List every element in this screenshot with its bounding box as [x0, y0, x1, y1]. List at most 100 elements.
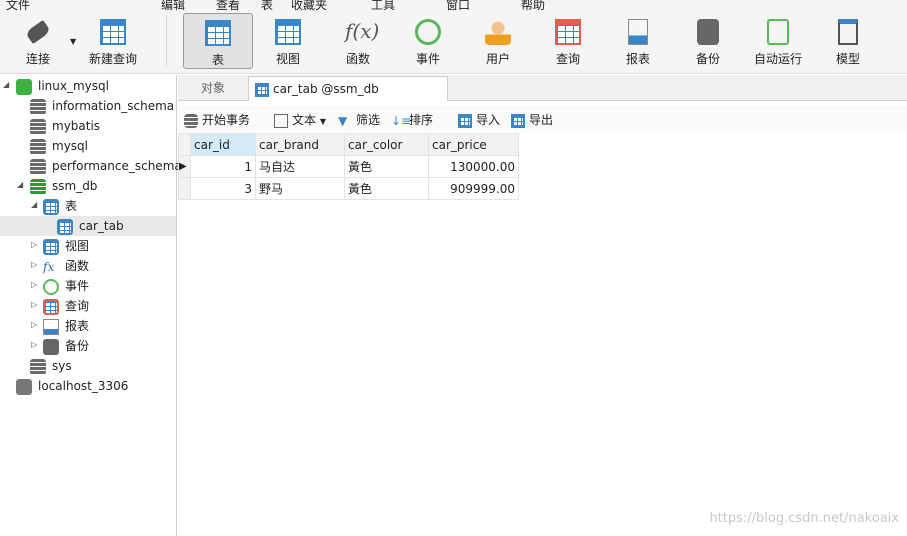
export-icon	[511, 113, 525, 128]
sort-button[interactable]: ↓≡排序	[391, 110, 433, 130]
watermark: https://blog.csdn.net/nakoaix	[709, 511, 899, 526]
tree-tables-folder[interactable]: 表	[43, 196, 77, 216]
tree-connection-localhost[interactable]: localhost_3306	[16, 376, 128, 396]
database-open-icon	[30, 178, 46, 195]
user-icon	[485, 19, 511, 45]
tree-db-ssm-db[interactable]: ssm_db	[30, 176, 97, 196]
table-icon	[57, 218, 73, 235]
tree-views[interactable]: 视图	[43, 236, 89, 256]
transaction-icon	[184, 113, 198, 128]
expand-arrow-icon[interactable]: ▷	[31, 295, 37, 315]
backup-icon	[43, 338, 59, 355]
column-header[interactable]: car_brand	[255, 133, 345, 156]
cell[interactable]: 黃色	[344, 155, 429, 178]
query-icon	[43, 298, 59, 315]
report-button[interactable]: 报表	[603, 13, 673, 69]
report-icon	[628, 19, 648, 45]
mysql-connection-icon	[16, 78, 32, 95]
automation-icon	[767, 19, 789, 45]
connect-button[interactable]: 连接	[3, 13, 73, 69]
object-toolbar: 开始事务 文本 ▼ ▼ 筛选 ↓≡排序 导入 导出	[178, 106, 907, 132]
dropdown-icon: ▼	[319, 117, 326, 126]
cell[interactable]: 909999.00	[428, 177, 519, 200]
begin-transaction-button[interactable]: 开始事务	[184, 110, 250, 130]
tree-queries[interactable]: 查询	[43, 296, 89, 316]
menu-table[interactable]: 表	[255, 0, 285, 13]
menu-help[interactable]: 帮助	[515, 0, 560, 13]
tree-table-car-tab[interactable]: car_tab	[0, 216, 176, 236]
database-icon	[30, 98, 46, 115]
tree-db-performance-schema[interactable]: performance_schema	[30, 156, 182, 176]
expand-arrow-icon[interactable]: ▷	[31, 315, 37, 335]
backup-icon	[697, 19, 719, 45]
menu-file[interactable]: 文件	[0, 0, 45, 13]
current-row-icon: ▶	[178, 155, 191, 178]
tree-db-mysql[interactable]: mysql	[30, 136, 88, 156]
tree-backups[interactable]: 备份	[43, 336, 89, 356]
cell[interactable]: 1	[190, 155, 256, 178]
tree-functions[interactable]: fx 函数	[43, 256, 89, 276]
function-icon: f(x)	[345, 19, 380, 43]
plug-icon	[24, 19, 52, 45]
tab-car-tab[interactable]: car_tab @ssm_db (linux_my...	[248, 76, 448, 120]
tab-objects[interactable]: 对象	[178, 76, 248, 101]
model-button[interactable]: 模型	[813, 13, 883, 69]
filter-button[interactable]: ▼ 筛选	[338, 110, 380, 130]
cell[interactable]: 黃色	[344, 177, 429, 200]
text-button[interactable]: 文本 ▼	[274, 110, 326, 130]
collapse-arrow-icon[interactable]: ◢	[17, 175, 23, 195]
cell[interactable]: 3	[190, 177, 256, 200]
tree-connection-linux-mysql[interactable]: linux_mysql	[16, 76, 109, 96]
tree-reports[interactable]: 报表	[43, 316, 89, 336]
cell[interactable]: 野马	[255, 177, 345, 200]
table-icon	[255, 82, 269, 97]
menu-window[interactable]: 窗口	[440, 0, 485, 13]
tree-db-information-schema[interactable]: information_schema	[30, 96, 174, 116]
model-icon	[838, 19, 858, 45]
user-button[interactable]: 用户	[463, 13, 533, 69]
menu-view[interactable]: 查看	[210, 0, 255, 13]
expand-arrow-icon[interactable]: ▷	[31, 335, 37, 355]
tree-events[interactable]: 事件	[43, 276, 89, 296]
query-icon	[555, 19, 581, 45]
table-row[interactable]: 3 野马 黃色 909999.00	[178, 177, 519, 200]
collapse-arrow-icon[interactable]: ◢	[31, 195, 37, 215]
column-header[interactable]: car_id	[190, 133, 256, 156]
function-button[interactable]: f(x) 函数	[323, 13, 393, 69]
column-header[interactable]: car_price	[428, 133, 519, 156]
query-button[interactable]: 查询	[533, 13, 603, 69]
new-query-button[interactable]: 新建查询	[78, 13, 148, 69]
clock-icon	[415, 19, 441, 45]
event-button[interactable]: 事件	[393, 13, 463, 69]
data-grid: car_id car_brand car_color car_price ▶ 1…	[178, 133, 519, 200]
import-button[interactable]: 导入	[458, 110, 500, 130]
tree-db-sys[interactable]: sys	[30, 356, 72, 376]
menu-tools[interactable]: 工具	[365, 0, 410, 13]
automation-button[interactable]: 自动运行	[743, 13, 813, 69]
expand-arrow-icon[interactable]: ▷	[31, 255, 37, 275]
cell[interactable]: 马自达	[255, 155, 345, 178]
expand-arrow-icon[interactable]: ▷	[31, 235, 37, 255]
import-icon	[458, 113, 472, 128]
mysql-connection-icon	[16, 378, 32, 395]
tree-db-mybatis[interactable]: mybatis	[30, 116, 100, 136]
grid-header: car_id car_brand car_color car_price	[178, 133, 519, 156]
document-icon	[274, 113, 288, 128]
menu-favorites[interactable]: 收藏夹	[285, 0, 345, 13]
table-icon	[43, 198, 59, 215]
expand-arrow-icon[interactable]: ▷	[31, 275, 37, 295]
column-header[interactable]: car_color	[344, 133, 429, 156]
sort-icon: ↓≡	[391, 113, 412, 128]
export-button[interactable]: 导出	[511, 110, 553, 130]
menu-edit[interactable]: 编辑	[155, 0, 200, 13]
table-row[interactable]: ▶ 1 马自达 黃色 130000.00	[178, 155, 519, 178]
database-icon	[30, 138, 46, 155]
connect-dropdown-icon[interactable]: ▼	[70, 37, 76, 46]
clock-icon	[43, 278, 59, 295]
view-button[interactable]: 视图	[253, 13, 323, 69]
view-icon	[43, 238, 59, 255]
backup-button[interactable]: 备份	[673, 13, 743, 69]
cell[interactable]: 130000.00	[428, 155, 519, 178]
table-button[interactable]: 表	[183, 13, 253, 69]
collapse-arrow-icon[interactable]: ◢	[3, 75, 9, 95]
